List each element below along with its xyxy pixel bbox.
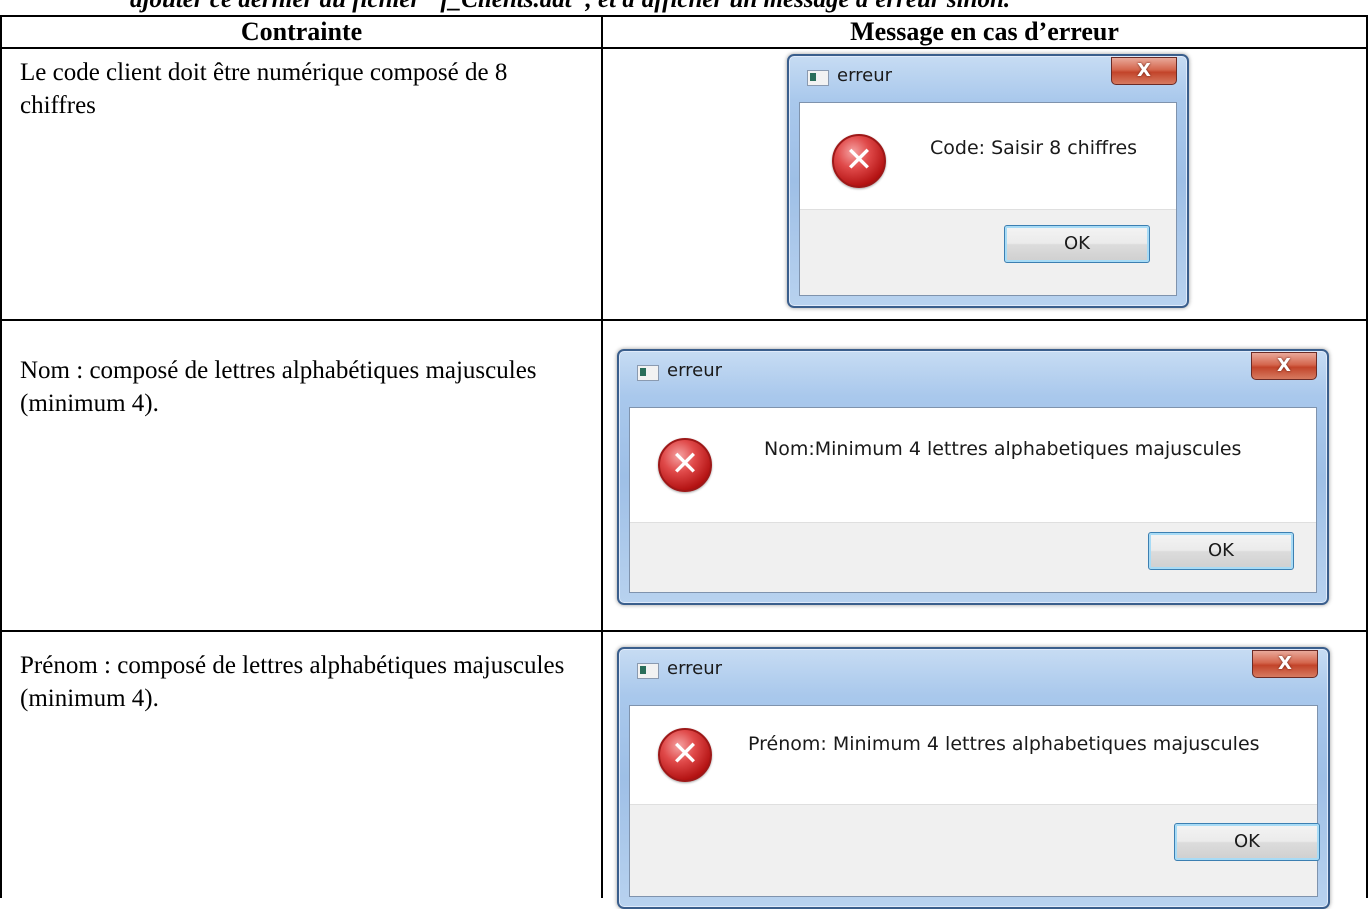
- table-column-divider: [601, 15, 603, 898]
- application-icon: [637, 663, 659, 679]
- dialog-titlebar[interactable]: erreur X: [619, 351, 1327, 397]
- close-button[interactable]: X: [1111, 57, 1177, 85]
- ok-button[interactable]: OK: [1174, 823, 1320, 861]
- error-circle-icon: ✕: [658, 728, 712, 782]
- application-icon: [637, 365, 659, 381]
- message-area: ✕ Prénom: Minimum 4 lettres alphabetique…: [630, 706, 1317, 805]
- ok-button[interactable]: OK: [1004, 225, 1150, 263]
- error-message: Code: Saisir 8 chiffres: [930, 137, 1138, 159]
- constraint-code: Le code client doit être numérique compo…: [20, 59, 508, 119]
- dialog-title: erreur: [837, 65, 893, 86]
- ok-button[interactable]: OK: [1148, 532, 1294, 570]
- constraints-table: Contrainte Message en cas d’erreur Le co…: [0, 0, 1368, 909]
- application-icon: [807, 70, 829, 86]
- close-button[interactable]: X: [1251, 352, 1317, 380]
- dialog-title: erreur: [667, 360, 723, 381]
- error-dialog-nom: erreur X ✕ Nom:Minimum 4 lettres alphabe…: [617, 349, 1329, 605]
- constraint-nom: Nom : composé de lettres alphabétiques m…: [20, 357, 537, 417]
- error-message: Prénom: Minimum 4 lettres alphabetiques …: [748, 733, 1260, 755]
- error-circle-icon: ✕: [832, 134, 886, 188]
- table-row-divider: [0, 319, 1368, 321]
- error-dialog-code: erreur X ✕ Code: Saisir 8 chiffres OK: [787, 54, 1189, 308]
- table-row-divider: [0, 630, 1368, 632]
- dialog-body: ✕ Nom:Minimum 4 lettres alphabetiques ma…: [629, 407, 1317, 593]
- dialog-body: ✕ Code: Saisir 8 chiffres OK: [799, 102, 1177, 296]
- header-constraint: Contrainte: [240, 17, 363, 46]
- table-header-divider: [0, 47, 1368, 49]
- dialog-titlebar[interactable]: erreur X: [789, 56, 1187, 102]
- dialog-title: erreur: [667, 658, 723, 679]
- message-area: ✕ Nom:Minimum 4 lettres alphabetiques ma…: [630, 408, 1316, 523]
- dialog-body: ✕ Prénom: Minimum 4 lettres alphabetique…: [629, 705, 1320, 897]
- error-dialog-prenom: erreur X ✕ Prénom: Minimum 4 lettres alp…: [617, 647, 1330, 909]
- dialog-titlebar[interactable]: erreur X: [619, 649, 1328, 695]
- error-message: Nom:Minimum 4 lettres alphabetiques maju…: [764, 438, 1242, 460]
- close-button[interactable]: X: [1252, 650, 1318, 678]
- table-border-left: [0, 15, 2, 898]
- error-circle-icon: ✕: [658, 438, 712, 492]
- constraint-prenom: Prénom : composé de lettres alphabétique…: [20, 652, 565, 712]
- message-area: ✕ Code: Saisir 8 chiffres: [800, 103, 1176, 210]
- header-error-message: Message en cas d’erreur: [850, 17, 1119, 46]
